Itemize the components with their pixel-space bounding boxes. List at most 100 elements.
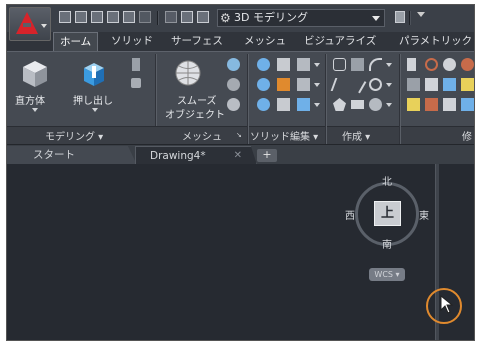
drawing-canvas[interactable]: 北 南 東 西 上 WCS ▾ xyxy=(7,164,474,340)
ellipse-icon[interactable] xyxy=(369,98,382,111)
open-file-icon[interactable] xyxy=(75,11,87,23)
tab-start[interactable]: スタート xyxy=(7,146,137,165)
mirror-icon[interactable] xyxy=(443,58,456,71)
undo-icon[interactable] xyxy=(139,11,151,23)
chevron-down-icon[interactable] xyxy=(92,108,98,112)
workspace-icon[interactable] xyxy=(197,11,209,23)
offset-icon[interactable] xyxy=(461,78,474,91)
compass-south[interactable]: 南 xyxy=(382,236,392,251)
smooth-label-1: スムーズ xyxy=(177,96,217,107)
pen-icon[interactable] xyxy=(351,58,364,71)
panel-divider xyxy=(247,54,249,144)
chevron-down-icon[interactable] xyxy=(386,63,392,67)
wcs-menu[interactable]: WCS ▾ xyxy=(369,268,405,281)
panel-divider xyxy=(399,54,401,144)
toolbar-separator xyxy=(157,11,159,25)
copy-icon[interactable] xyxy=(443,98,456,111)
tab-parametric[interactable]: パラメトリック xyxy=(399,32,472,51)
compass-east[interactable]: 東 xyxy=(419,207,429,222)
intersect-icon[interactable] xyxy=(257,98,270,111)
compass-west[interactable]: 西 xyxy=(345,207,355,222)
subtract-icon[interactable] xyxy=(257,78,270,91)
polysolid-icon[interactable] xyxy=(132,58,140,71)
plot-icon[interactable] xyxy=(181,11,193,23)
save-icon[interactable] xyxy=(91,11,103,23)
new-tab-button[interactable]: + xyxy=(257,149,277,162)
box-label: 直方体 xyxy=(15,96,45,107)
smooth-object-icon[interactable] xyxy=(173,58,203,88)
stretch-icon[interactable] xyxy=(407,98,420,111)
rectangle-icon[interactable] xyxy=(351,100,364,109)
toolbar-separator xyxy=(409,11,411,25)
tab-visualize[interactable]: ビジュアライズ xyxy=(304,32,376,51)
polygon-icon[interactable] xyxy=(333,98,346,111)
panel-launcher-icon[interactable]: ↘ xyxy=(236,131,242,139)
tab-solid[interactable]: ソリッド xyxy=(111,32,153,51)
union-icon[interactable] xyxy=(257,58,270,71)
interfere-icon[interactable] xyxy=(277,78,290,91)
compass-north[interactable]: 北 xyxy=(382,173,392,188)
extrude-label: 押し出し xyxy=(73,96,113,107)
explode-icon[interactable] xyxy=(425,98,438,111)
viewcube-top-face[interactable]: 上 xyxy=(374,201,401,226)
tab-home[interactable]: ホーム xyxy=(53,32,99,51)
modeling-panel-title[interactable]: モデリング ▾ xyxy=(45,128,103,143)
workspace-select[interactable]: ⚙ 3D モデリング xyxy=(217,9,385,27)
rotate-icon[interactable] xyxy=(425,58,438,71)
scale-icon[interactable] xyxy=(461,58,474,71)
line-icon[interactable] xyxy=(348,75,367,94)
trim-icon[interactable] xyxy=(425,78,438,91)
new-file-icon[interactable] xyxy=(59,11,71,23)
file-tab-bar: スタート Drawing4* ✕ + xyxy=(7,144,474,165)
ribbon-panels: 直方体 押し出し モデリング ▾ スムーズ オブジェクト メッシュ ↘ ソリッド… xyxy=(7,51,474,145)
move-icon[interactable] xyxy=(407,58,416,71)
mesh-panel-title[interactable]: メッシュ xyxy=(182,128,222,143)
panel-divider xyxy=(325,54,327,144)
chevron-down-icon xyxy=(372,16,380,21)
circle-icon[interactable] xyxy=(369,78,382,91)
chevron-down-icon[interactable] xyxy=(314,63,320,67)
workspace-label: 3D モデリング xyxy=(234,11,308,24)
smooth-label-2: オブジェクト xyxy=(165,110,225,121)
viewcube[interactable]: 北 南 東 西 上 xyxy=(345,172,429,256)
tab-mesh[interactable]: メッシュ xyxy=(244,32,286,51)
extract-edges-icon[interactable] xyxy=(297,58,310,71)
layer-icon[interactable] xyxy=(395,11,405,23)
autocad-logo-icon xyxy=(16,12,38,34)
tab-drawing[interactable]: Drawing4* ✕ xyxy=(135,146,257,165)
tab-surface[interactable]: サーフェス xyxy=(171,32,223,51)
extrude-icon[interactable] xyxy=(79,58,109,88)
chevron-down-icon[interactable] xyxy=(386,83,392,87)
arc-icon[interactable] xyxy=(369,58,382,71)
drawing-tab-label: Drawing4* xyxy=(150,150,206,162)
draw-panel-title[interactable]: 作成 ▾ xyxy=(342,128,370,143)
spline-icon[interactable] xyxy=(330,78,349,91)
mesh-refine-icon[interactable] xyxy=(227,98,240,111)
chevron-down-icon[interactable] xyxy=(314,83,320,87)
chevron-down-icon[interactable] xyxy=(32,108,38,112)
close-icon[interactable]: ✕ xyxy=(234,147,242,165)
autocad-window: ⚙ 3D モデリング ホーム ソリッド サーフェス メッシュ ビジュアライズ パ… xyxy=(6,4,475,341)
chevron-down-icon[interactable] xyxy=(314,103,320,107)
save-as-icon[interactable] xyxy=(107,11,119,23)
align-icon[interactable] xyxy=(461,98,474,111)
slice-icon[interactable] xyxy=(277,58,290,71)
print-icon[interactable] xyxy=(123,11,135,23)
redo-icon[interactable] xyxy=(165,11,177,23)
modify-panel-title[interactable]: 修 xyxy=(462,128,472,143)
polyline-icon[interactable] xyxy=(333,58,346,71)
thicken-icon[interactable] xyxy=(277,98,290,111)
offset-edges-icon[interactable] xyxy=(297,78,310,91)
ribbon-tab-bar: ホーム ソリッド サーフェス メッシュ ビジュアライズ パラメトリック xyxy=(7,32,474,51)
customize-toolbar-icon[interactable] xyxy=(417,12,425,17)
fillet-icon[interactable] xyxy=(407,78,420,91)
array-icon[interactable] xyxy=(443,78,456,91)
separate-icon[interactable] xyxy=(297,98,310,111)
presspull-icon[interactable] xyxy=(131,78,141,88)
solid-edit-panel-title[interactable]: ソリッド編集 ▾ xyxy=(250,128,318,143)
chevron-down-icon[interactable] xyxy=(386,103,392,107)
box-icon[interactable] xyxy=(19,58,49,88)
application-menu-button[interactable] xyxy=(9,7,51,41)
mesh-box-icon[interactable] xyxy=(227,58,240,71)
mesh-sphere-icon[interactable] xyxy=(227,78,240,91)
